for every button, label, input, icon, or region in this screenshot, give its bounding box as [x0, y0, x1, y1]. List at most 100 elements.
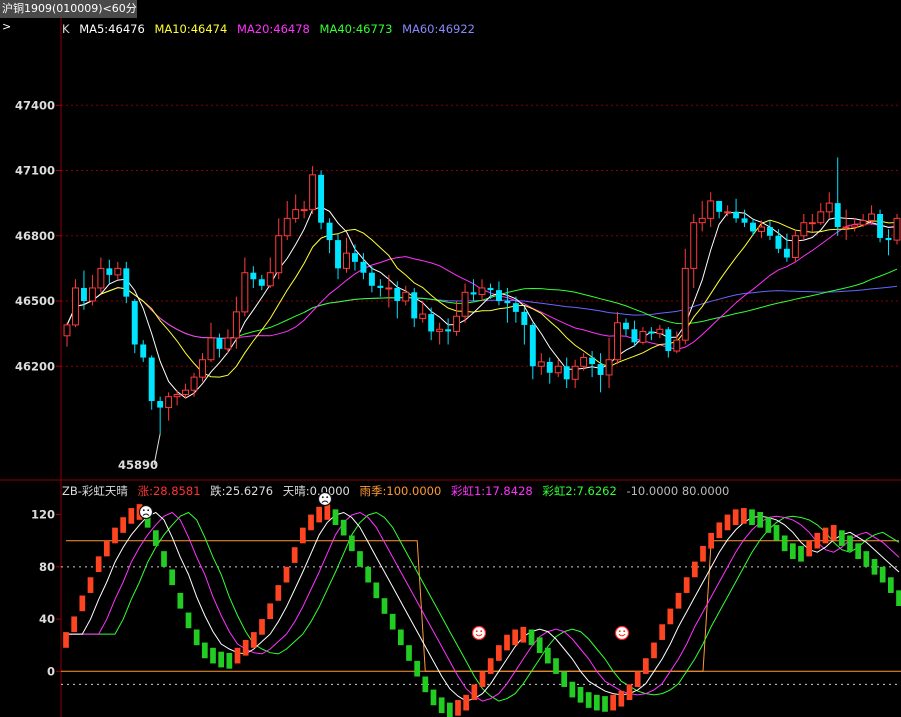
candle-body [521, 311, 528, 325]
candle [529, 322, 536, 380]
candle-body [478, 287, 486, 295]
candle [597, 353, 604, 393]
candle [537, 353, 545, 375]
indicator-bar [765, 517, 772, 533]
candle [402, 285, 410, 306]
indicator-bar [422, 676, 429, 693]
sad-face-icon [138, 504, 154, 520]
indicator-bar [128, 508, 135, 524]
indicator-bar [651, 642, 657, 659]
chart-frame [0, 18, 901, 717]
indicator-bar [814, 532, 821, 549]
candle-body [309, 174, 317, 211]
candle-body [834, 203, 841, 228]
candle-body [258, 279, 265, 286]
candle-body [140, 344, 147, 358]
indicator-bar [291, 547, 298, 563]
candle-body [114, 267, 122, 276]
candle-body [589, 357, 596, 365]
candle-body [190, 376, 198, 391]
candle [335, 233, 341, 280]
face-eye [480, 630, 483, 633]
candle [385, 274, 393, 308]
candle-body [859, 220, 867, 226]
indicator-bar [544, 647, 551, 664]
price-tick-label: 46500 [15, 294, 55, 308]
candle-body [639, 330, 647, 343]
candle-body [724, 211, 732, 214]
indicator-bar [757, 511, 764, 528]
main-y-axis: 47400 47100 46800 46500 46200 [15, 98, 61, 373]
candle [394, 281, 401, 319]
candle [859, 214, 867, 228]
candle-body [445, 329, 452, 332]
candle-body [775, 235, 782, 249]
face-eye [475, 630, 478, 633]
candle [639, 327, 647, 345]
candle-body [707, 200, 715, 219]
face-eye [142, 509, 145, 512]
candle-body [783, 248, 790, 258]
indicator-bar [789, 543, 796, 559]
main-gridlines [61, 104, 901, 367]
candle-body [495, 290, 502, 301]
indicator-bar [806, 540, 813, 557]
indicator-bar [332, 509, 339, 526]
indicator-bar [471, 684, 478, 701]
candle-body [893, 217, 901, 241]
smile-face-icon [471, 625, 487, 641]
indicator-bar [879, 566, 886, 583]
indicator-tick-label: 120 [31, 508, 55, 522]
indicator-bar [455, 700, 461, 716]
candle [207, 322, 215, 362]
candle-body [750, 222, 756, 232]
candle-body [842, 226, 850, 229]
candle-body [292, 209, 300, 219]
candle [232, 296, 240, 349]
candle-body [63, 324, 71, 337]
candle [318, 170, 325, 230]
indicator-bar [495, 645, 502, 661]
candle-body [266, 272, 274, 287]
candle [716, 200, 723, 219]
candle [766, 220, 773, 241]
candle-body [716, 200, 723, 212]
indicator-bar [406, 645, 412, 661]
candle [750, 218, 756, 236]
candle-body [207, 337, 215, 361]
indicator-bar [103, 540, 110, 557]
indicator-bar [602, 696, 608, 712]
candle-body [360, 261, 367, 273]
candle [343, 237, 350, 273]
indicator-bar [112, 527, 118, 544]
candle-body [885, 237, 892, 241]
indicator-bar [446, 702, 453, 717]
candle-body [224, 337, 232, 350]
candle [698, 200, 706, 232]
indicator-bar [87, 577, 94, 593]
indicator-bar [838, 530, 845, 546]
indicator-bar [569, 681, 576, 698]
candle [199, 353, 206, 382]
indicator-bar [536, 637, 543, 654]
indicator-bar [863, 551, 870, 567]
candle [707, 192, 715, 228]
candle-body [546, 361, 553, 373]
indicator-bar [822, 527, 829, 544]
candle-body [131, 301, 138, 345]
candle-body [216, 337, 223, 349]
face-circle [614, 625, 630, 641]
candle [123, 261, 130, 304]
candle-body [436, 328, 444, 332]
candle [72, 279, 79, 328]
candle-body [851, 224, 859, 228]
indicator-bar [324, 504, 331, 520]
indicator-bar [781, 535, 788, 552]
candle [605, 337, 613, 388]
candle-body [690, 222, 698, 269]
candle [800, 214, 808, 241]
candle-body [394, 287, 401, 301]
candle [241, 257, 249, 317]
face-eye [618, 630, 621, 633]
indicator-bar [63, 632, 69, 648]
